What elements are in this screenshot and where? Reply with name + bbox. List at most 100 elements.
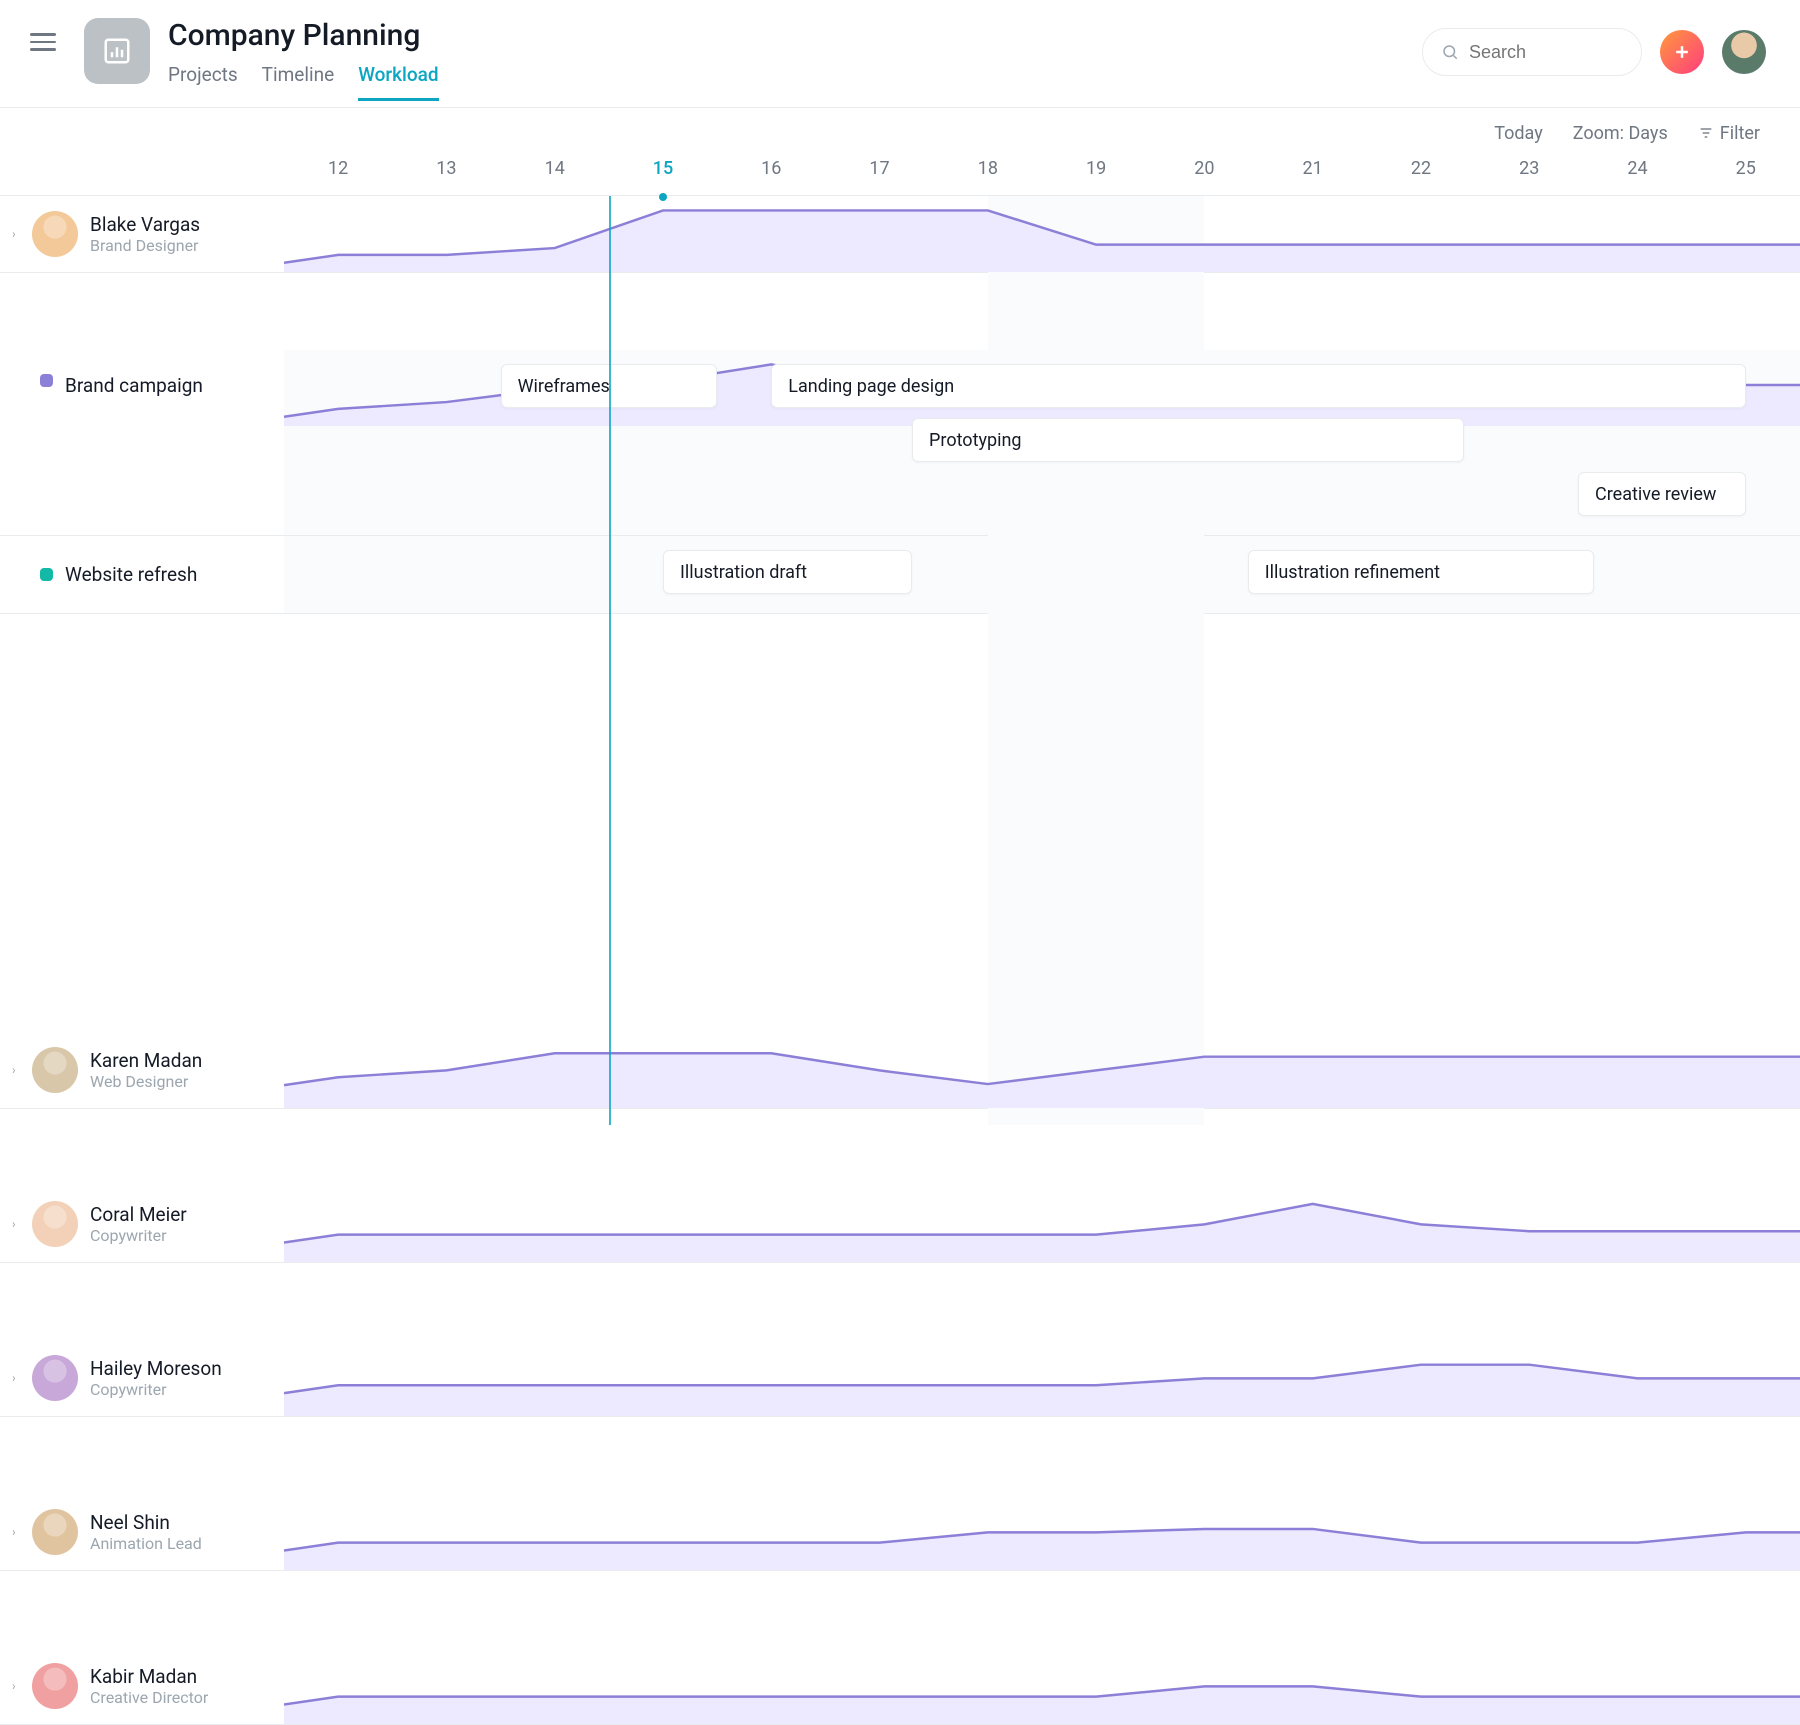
project-row: Brand campaignWireframesLanding page des… <box>0 350 1800 536</box>
person-row: › Coral MeierCopywriter <box>0 1186 1800 1263</box>
chevron-right-icon[interactable]: › <box>12 1371 32 1385</box>
person-row: › Karen MadanWeb Designer <box>0 1032 1800 1109</box>
person-name: Coral Meier <box>90 1203 187 1226</box>
zoom-button[interactable]: Zoom: Days <box>1573 123 1668 144</box>
workload-chart <box>284 1340 1800 1416</box>
person-info: Blake VargasBrand Designer <box>90 213 200 255</box>
top-bar: Company Planning Projects Timeline Workl… <box>0 0 1800 108</box>
person-role: Animation Lead <box>90 1534 202 1553</box>
today-line <box>609 196 611 1125</box>
person-cell[interactable]: › Karen MadanWeb Designer <box>0 1032 284 1108</box>
task-bar[interactable]: Illustration draft <box>663 550 912 594</box>
date-col-14: 14 <box>501 158 609 195</box>
toolbar: Today Zoom: Days Filter <box>0 108 1800 158</box>
task-bar[interactable]: Landing page design <box>771 364 1746 408</box>
person-name: Kabir Madan <box>90 1665 208 1688</box>
workload-chart <box>284 196 1800 272</box>
avatar <box>32 211 78 257</box>
add-button[interactable] <box>1660 30 1704 74</box>
avatar <box>32 1663 78 1709</box>
filter-label: Filter <box>1720 123 1760 144</box>
workload-grid: ›Blake VargasBrand Designer⌄Christy Tara… <box>0 196 1800 1125</box>
person-cell[interactable]: › Neel ShinAnimation Lead <box>0 1494 284 1570</box>
filter-button[interactable]: Filter <box>1698 123 1760 144</box>
avatar <box>32 1509 78 1555</box>
person-name: Hailey Moreson <box>90 1357 222 1380</box>
menu-toggle-button[interactable] <box>30 28 56 54</box>
workload-chart <box>284 1648 1800 1724</box>
chevron-right-icon[interactable]: › <box>12 1525 32 1539</box>
person-info: Coral MeierCopywriter <box>90 1203 187 1245</box>
date-col-20: 20 <box>1150 158 1258 195</box>
date-col-24: 24 <box>1583 158 1691 195</box>
project-color-dot <box>40 374 53 387</box>
person-name: Blake Vargas <box>90 213 200 236</box>
person-role: Copywriter <box>90 1226 187 1245</box>
person-row: › Hailey MoresonCopywriter <box>0 1340 1800 1417</box>
person-role: Web Designer <box>90 1072 202 1091</box>
tab-projects[interactable]: Projects <box>168 63 238 101</box>
date-header: 1213141516171819202122232425 <box>0 158 1800 196</box>
date-col-18: 18 <box>934 158 1042 195</box>
tabs: Projects Timeline Workload <box>168 63 439 101</box>
person-cell[interactable]: › Hailey MoresonCopywriter <box>0 1340 284 1416</box>
filter-icon <box>1698 125 1714 141</box>
person-row: › Kabir MadanCreative Director <box>0 1648 1800 1725</box>
today-button[interactable]: Today <box>1494 123 1542 144</box>
person-info: Hailey MoresonCopywriter <box>90 1357 222 1399</box>
person-role: Copywriter <box>90 1380 222 1399</box>
workload-chart <box>284 1494 1800 1570</box>
weekend-column <box>1096 196 1204 1125</box>
tab-workload[interactable]: Workload <box>358 63 438 101</box>
project-cell[interactable]: Website refresh <box>0 536 284 613</box>
date-col-17: 17 <box>825 158 933 195</box>
person-cell[interactable]: › Coral MeierCopywriter <box>0 1186 284 1262</box>
chart-bar-icon <box>102 36 132 66</box>
person-cell[interactable]: › Blake VargasBrand Designer <box>0 196 284 272</box>
workload-chart <box>284 1032 1800 1108</box>
page-title: Company Planning <box>168 18 439 53</box>
date-col-12: 12 <box>284 158 392 195</box>
search-box[interactable] <box>1422 28 1642 76</box>
person-name: Karen Madan <box>90 1049 202 1072</box>
task-bar[interactable]: Prototyping <box>912 418 1464 462</box>
person-info: Kabir MadanCreative Director <box>90 1665 208 1707</box>
person-name: Neel Shin <box>90 1511 202 1534</box>
date-col-22: 22 <box>1367 158 1475 195</box>
chevron-right-icon[interactable]: › <box>12 1679 32 1693</box>
person-row: › Blake VargasBrand Designer <box>0 196 1800 273</box>
date-col-19: 19 <box>1042 158 1150 195</box>
project-cell[interactable]: Brand campaign <box>0 350 284 535</box>
avatar <box>32 1355 78 1401</box>
user-avatar[interactable] <box>1722 30 1766 74</box>
avatar <box>32 1201 78 1247</box>
avatar <box>32 1047 78 1093</box>
date-col-23: 23 <box>1475 158 1583 195</box>
chevron-right-icon[interactable]: › <box>12 1217 32 1231</box>
project-icon <box>84 18 150 84</box>
person-role: Creative Director <box>90 1688 208 1707</box>
date-col-21: 21 <box>1259 158 1367 195</box>
person-info: Karen MadanWeb Designer <box>90 1049 202 1091</box>
plus-icon <box>1672 42 1692 62</box>
person-role: Brand Designer <box>90 236 200 255</box>
date-col-13: 13 <box>392 158 500 195</box>
search-input[interactable] <box>1469 42 1609 63</box>
task-bar[interactable]: Creative review <box>1578 472 1746 516</box>
project-name: Website refresh <box>65 563 197 586</box>
chevron-right-icon[interactable]: › <box>12 227 32 241</box>
task-bar[interactable]: Illustration refinement <box>1248 550 1595 594</box>
workload-chart <box>284 1186 1800 1262</box>
person-cell[interactable]: › Kabir MadanCreative Director <box>0 1648 284 1724</box>
date-col-15: 15 <box>609 158 717 195</box>
tab-timeline[interactable]: Timeline <box>262 63 335 101</box>
weekend-column <box>988 196 1096 1125</box>
title-block: Company Planning Projects Timeline Workl… <box>168 18 439 101</box>
search-icon <box>1441 43 1459 61</box>
project-name: Brand campaign <box>65 374 203 397</box>
person-info: Neel ShinAnimation Lead <box>90 1511 202 1553</box>
date-col-25: 25 <box>1692 158 1800 195</box>
person-row: › Neel ShinAnimation Lead <box>0 1494 1800 1571</box>
date-col-16: 16 <box>717 158 825 195</box>
chevron-right-icon[interactable]: › <box>12 1063 32 1077</box>
